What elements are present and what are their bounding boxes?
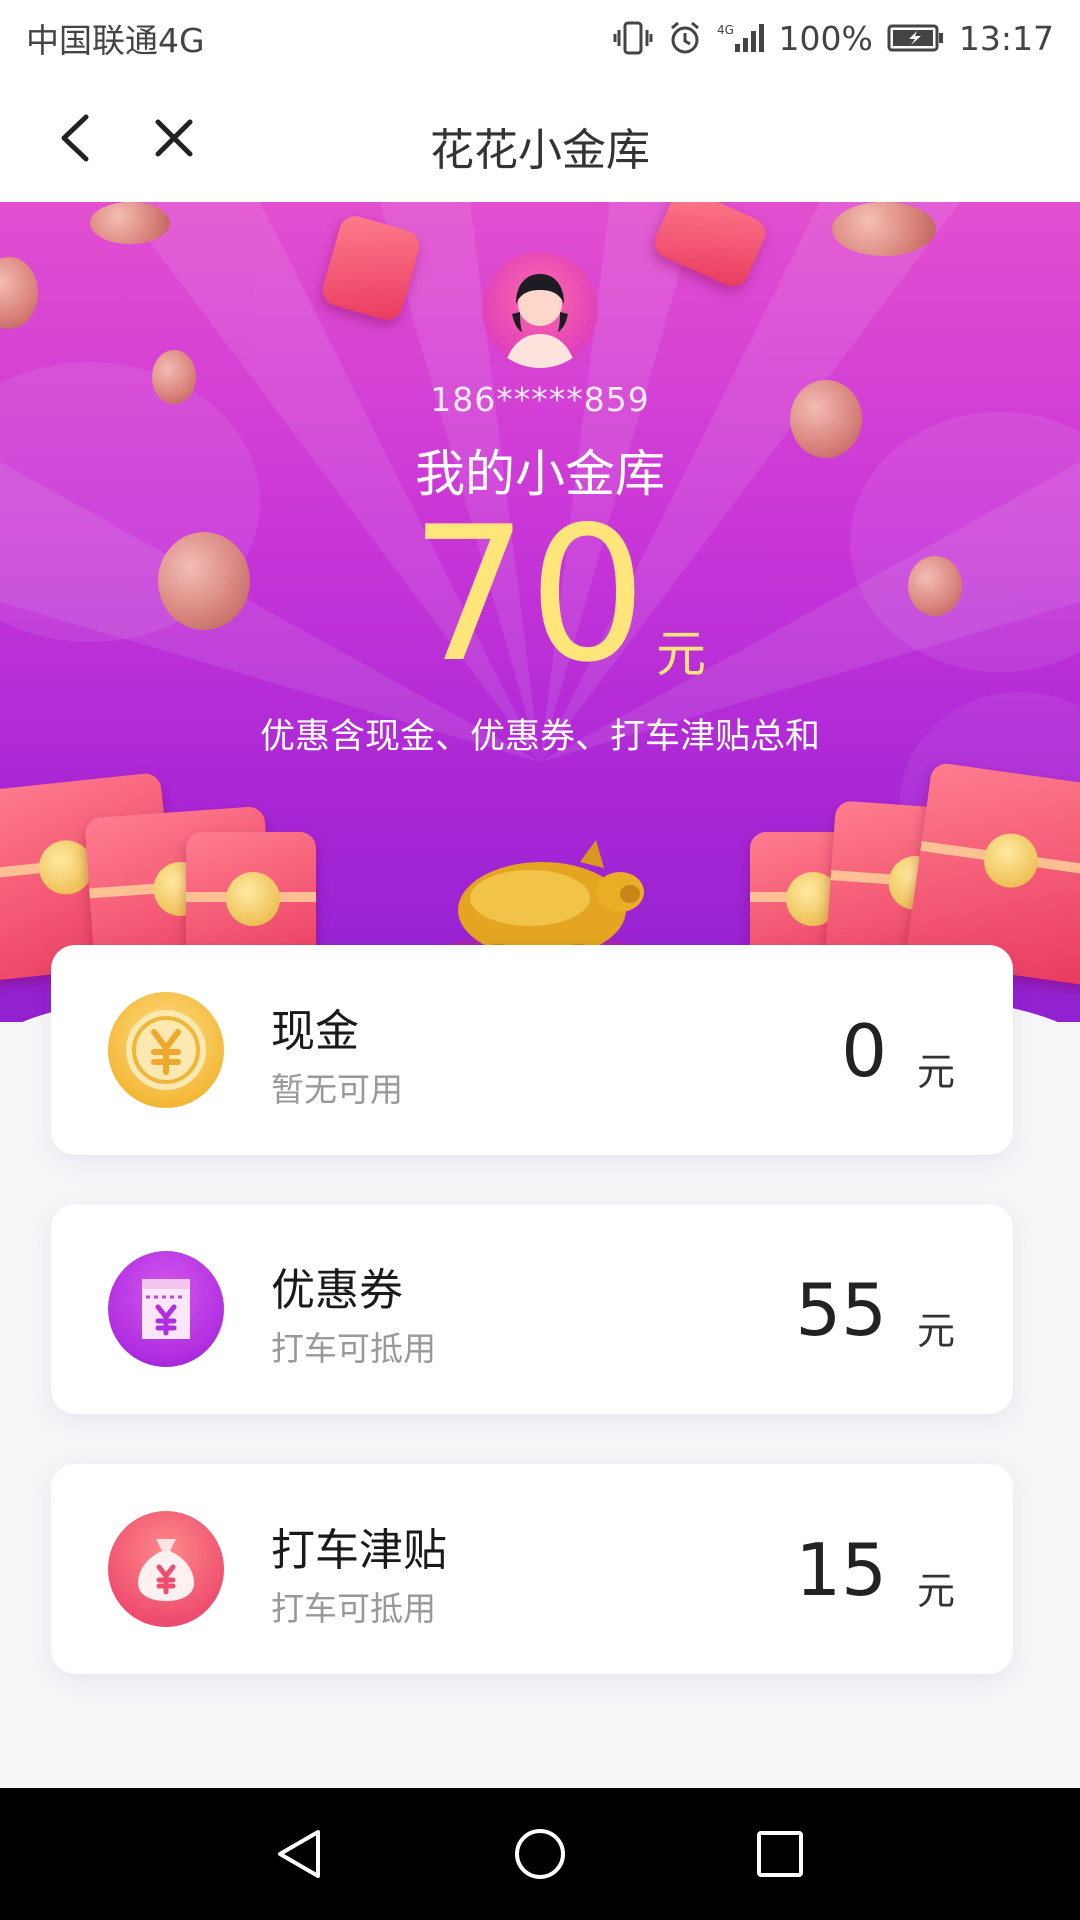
phone-number: 186*****859: [430, 380, 650, 419]
card-unit: 元: [916, 1569, 955, 1613]
card-title: 打车津贴: [271, 1525, 447, 1576]
system-back-button[interactable]: [264, 1818, 336, 1890]
status-bar: 中国联通4G 4G 100% 13:17: [0, 0, 1080, 76]
signal-icon: 4G: [717, 20, 765, 56]
square-recents-icon: [757, 1831, 803, 1877]
vibrate-icon: [613, 20, 653, 56]
battery-percent: 100%: [778, 18, 873, 58]
coupon-icon-wrapper: [108, 1251, 224, 1367]
user-avatar-icon: [504, 274, 576, 368]
yen-coin-icon: [126, 1010, 206, 1090]
card-value: 55: [795, 1268, 887, 1352]
coupon-card[interactable]: 优惠券 打车可抵用 55 元: [51, 1204, 1013, 1414]
card-title: 优惠券: [271, 1265, 403, 1316]
card-subtitle: 打车可抵用: [271, 1589, 436, 1628]
triangle-back-icon: [278, 1830, 320, 1878]
system-home-button[interactable]: [504, 1818, 576, 1890]
avatar: [482, 252, 598, 368]
nav-bar: 花花小金库: [0, 76, 1080, 202]
cash-card[interactable]: 现金 暂无可用 0 元: [51, 945, 1013, 1155]
total-amount: 70: [410, 486, 647, 703]
coupon-icon: [142, 1279, 190, 1339]
system-recents-button[interactable]: [744, 1818, 816, 1890]
status-icons: 4G 100% 13:17: [613, 19, 1054, 58]
card-value: 15: [795, 1528, 887, 1612]
card-value: 0: [841, 1009, 887, 1093]
total-description: 优惠含现金、优惠券、打车津贴总和: [259, 717, 820, 757]
system-nav-bar: [0, 1788, 1080, 1920]
circle-home-icon: [515, 1829, 565, 1879]
battery-charging-icon: [887, 23, 945, 53]
taxi-subsidy-card[interactable]: 打车津贴 打车可抵用 15 元: [51, 1464, 1013, 1674]
coin-decoration: [158, 532, 250, 630]
carrier-label: 中国联通4G: [26, 21, 205, 60]
card-title: 现金: [271, 1006, 359, 1057]
clock: 13:17: [958, 18, 1054, 58]
network-type-label: 4G: [717, 23, 734, 37]
hero-banner: 186*****859 我的小金库 70 元 优惠含现金、优惠券、打车津贴总和: [0, 202, 1080, 1022]
coin-decoration: [90, 202, 170, 244]
card-subtitle: 暂无可用: [271, 1070, 403, 1109]
total-amount-unit: 元: [656, 625, 706, 683]
card-unit: 元: [916, 1309, 955, 1353]
alarm-icon: [667, 20, 703, 56]
card-unit: 元: [916, 1050, 955, 1094]
card-subtitle: 打车可抵用: [271, 1329, 436, 1368]
page-title: 花花小金库: [430, 125, 650, 176]
money-bag-icon: [138, 1539, 194, 1601]
subsidy-icon-wrapper: [108, 1511, 224, 1627]
cash-icon-wrapper: [108, 992, 224, 1108]
coin-decoration: [908, 556, 962, 616]
coin-decoration: [832, 202, 936, 256]
